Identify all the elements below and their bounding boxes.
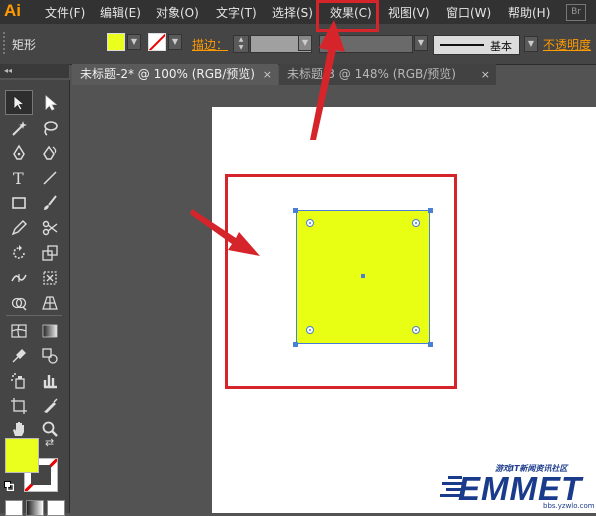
watermark-url: bbs.yzwlo.com [543,502,595,510]
bounding-box-handle[interactable] [293,342,298,347]
bounding-box-handle[interactable] [293,208,298,213]
bounding-box-handle[interactable] [428,208,433,213]
center-point [361,274,365,278]
corner-radius-widget[interactable] [306,219,314,227]
fill-color-box[interactable] [5,438,39,473]
bounding-box-handle[interactable] [428,342,433,347]
corner-radius-widget[interactable] [306,326,314,334]
arrow-to-effect-menu [310,20,345,140]
corner-radius-widget[interactable] [412,326,420,334]
corner-radius-widget[interactable] [412,219,420,227]
arrow-to-shape [190,209,260,256]
